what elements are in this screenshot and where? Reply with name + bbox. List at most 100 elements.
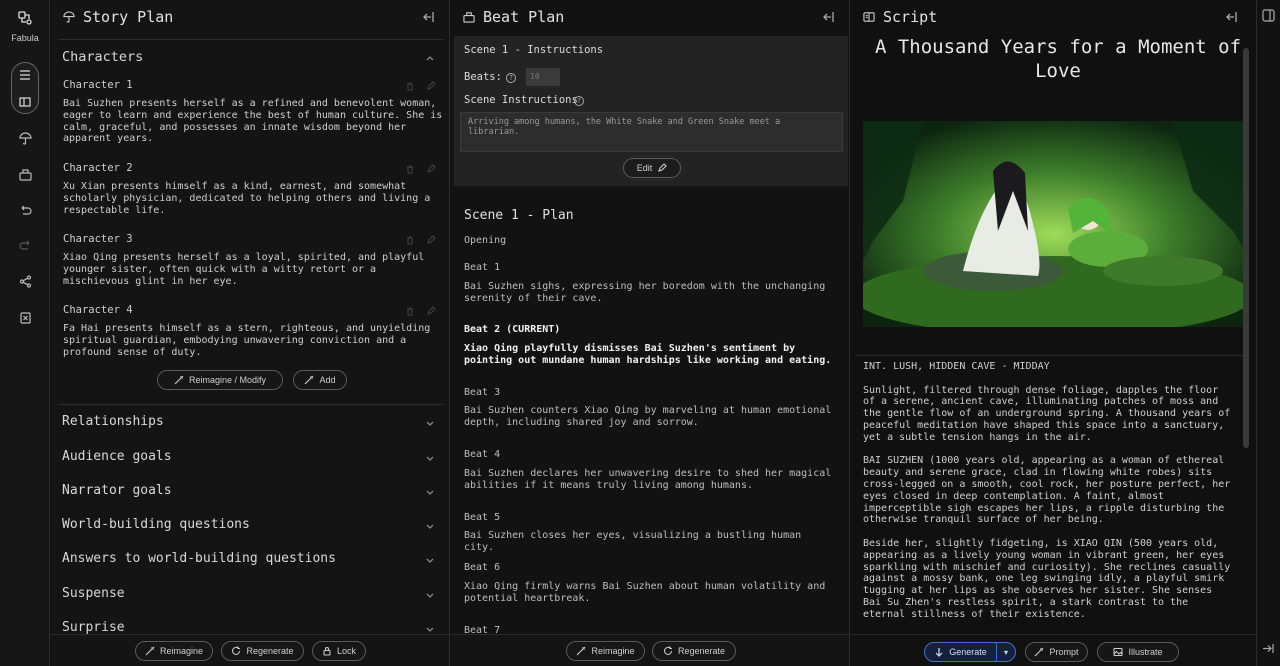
scene-instructions-label: Scene Instructions [464, 94, 578, 106]
chevron-down-icon[interactable] [425, 453, 435, 463]
beat-text[interactable]: Bai Suzhen counters Xiao Qing by marveli… [464, 405, 834, 429]
script-text[interactable]: INT. LUSH, HIDDEN CAVE - MIDDAY Sunlight… [863, 361, 1235, 632]
character-label: Character 4 [63, 304, 133, 316]
script-footer: Generate ▾ Prompt Illustrate [851, 634, 1256, 666]
chevron-down-icon[interactable] [425, 590, 435, 600]
script-header: Script [851, 0, 1256, 34]
right-strip [1257, 0, 1280, 666]
character-text: Bai Suzhen presents herself as a refined… [63, 98, 443, 145]
beat-text-current[interactable]: Xiao Qing playfully dismisses Bai Suzhen… [464, 343, 834, 367]
scene-illustration [863, 121, 1245, 327]
trash-icon[interactable] [405, 306, 415, 316]
pencil-icon[interactable] [426, 81, 436, 91]
story-plan-panel: Story Plan Characters Character 1 Bai Su… [51, 0, 450, 666]
generate-dropdown-icon[interactable]: ▾ [997, 648, 1015, 657]
instructions-title: Scene 1 - Instructions [464, 44, 604, 56]
chevron-down-icon[interactable] [425, 487, 435, 497]
section-audience-goals[interactable]: Audience goals [62, 449, 172, 464]
beats-count-input[interactable]: 10 [526, 68, 560, 86]
chevron-down-icon[interactable] [425, 624, 435, 634]
magic-wand-icon [145, 646, 155, 656]
reimagine-modify-button[interactable]: Reimagine / Modify [157, 370, 283, 390]
trash-icon[interactable] [405, 235, 415, 245]
left-rail: Fabula [0, 0, 50, 666]
pencil-icon[interactable] [426, 164, 436, 174]
collapse-panel-icon[interactable] [821, 9, 837, 25]
fabula-logo[interactable]: Fabula [0, 10, 50, 43]
clipboard-icon[interactable] [15, 307, 35, 327]
add-button[interactable]: Add [293, 370, 347, 390]
fabula-logo-icon [18, 11, 32, 25]
beat-plan-header: Beat Plan [451, 0, 849, 34]
lock-icon [323, 647, 331, 656]
pencil-icon [658, 163, 668, 172]
image-icon [1113, 647, 1124, 657]
script-paragraph: BAI SUZHEN (1000 years old, appearing as… [863, 455, 1231, 526]
undo-icon[interactable] [15, 200, 35, 220]
columns-view-icon[interactable] [15, 92, 35, 112]
button-label: Lock [336, 646, 356, 656]
beats-label: Beats: [464, 71, 502, 83]
button-label: Edit [636, 163, 653, 173]
regenerate-button[interactable]: Regenerate [221, 641, 304, 661]
chevron-down-icon[interactable] [425, 521, 435, 531]
storyboard-icon[interactable] [15, 164, 35, 184]
regenerate-button[interactable]: Regenerate [652, 641, 736, 661]
scene-instructions-field[interactable]: Arriving among humans, the White Snake a… [460, 112, 843, 152]
chevron-up-icon[interactable] [425, 53, 435, 63]
collapse-panel-icon[interactable] [421, 9, 437, 25]
beat-text[interactable]: Bai Suzhen declares her unwavering desir… [464, 468, 834, 492]
script-panel: Script A Thousand Years for a Moment of … [851, 0, 1257, 666]
button-label: Reimagine / Modify [188, 375, 267, 385]
umbrella-icon [63, 11, 75, 23]
refresh-icon [232, 646, 241, 655]
script-scrollbar[interactable] [1243, 48, 1249, 448]
reimagine-button[interactable]: Reimagine [566, 641, 645, 661]
lock-button[interactable]: Lock [312, 641, 366, 661]
beat-text[interactable]: Xiao Qing firmly warns Bai Suzhen about … [464, 581, 834, 605]
refresh-icon [663, 646, 673, 655]
trash-icon[interactable] [405, 81, 415, 91]
story-plan-header: Story Plan [51, 0, 449, 34]
magic-wand-icon [174, 375, 184, 385]
panel-title: Story Plan [83, 8, 174, 26]
panel-title: Beat Plan [483, 8, 565, 26]
character-label: Character 3 [63, 233, 133, 245]
trash-icon[interactable] [405, 164, 415, 174]
beat-plan-panel: Beat Plan Scene 1 - Instructions Beats: … [451, 0, 850, 666]
list-view-icon[interactable] [15, 65, 35, 85]
characters-section-title[interactable]: Characters [62, 49, 143, 65]
collapse-panel-icon[interactable] [1224, 9, 1240, 25]
generate-button[interactable]: Generate [925, 643, 997, 661]
section-suspense[interactable]: Suspense [62, 586, 125, 601]
help-icon[interactable]: ? [506, 73, 516, 83]
share-icon[interactable] [15, 271, 35, 291]
beat-text[interactable]: Bai Suzhen sighs, expressing her boredom… [464, 281, 834, 305]
magic-wand-icon [305, 375, 314, 385]
pencil-icon[interactable] [426, 235, 436, 245]
umbrella-icon[interactable] [15, 128, 35, 148]
beat-text[interactable]: Bai Suzhen closes her eyes, visualizing … [464, 530, 834, 554]
redo-icon[interactable] [15, 235, 35, 255]
chevron-down-icon[interactable] [425, 555, 435, 565]
pencil-icon[interactable] [426, 306, 436, 316]
expand-panel-icon[interactable] [1262, 642, 1275, 655]
help-icon[interactable]: ? [574, 96, 584, 106]
illustrate-button[interactable]: Illustrate [1097, 642, 1179, 662]
prompt-button[interactable]: Prompt [1025, 642, 1088, 662]
reimagine-button[interactable]: Reimagine [135, 641, 213, 661]
button-label: Regenerate [677, 646, 726, 656]
section-narrator-goals[interactable]: Narrator goals [62, 483, 172, 498]
storyboard-icon [463, 12, 475, 23]
sidebar-toggle-icon[interactable] [1262, 9, 1275, 22]
edit-button[interactable]: Edit [623, 158, 681, 178]
section-surprise[interactable]: Surprise [62, 620, 125, 635]
character-label: Character 2 [63, 162, 133, 174]
section-world-building-answers[interactable]: Answers to world-building questions [62, 551, 336, 566]
section-relationships[interactable]: Relationships [62, 414, 164, 429]
beat-label: Beat 4 [464, 449, 501, 460]
chevron-down-icon[interactable] [425, 418, 435, 428]
opening-label: Opening [464, 235, 507, 246]
button-label: Reimagine [591, 646, 635, 656]
section-world-building-questions[interactable]: World-building questions [62, 517, 250, 532]
